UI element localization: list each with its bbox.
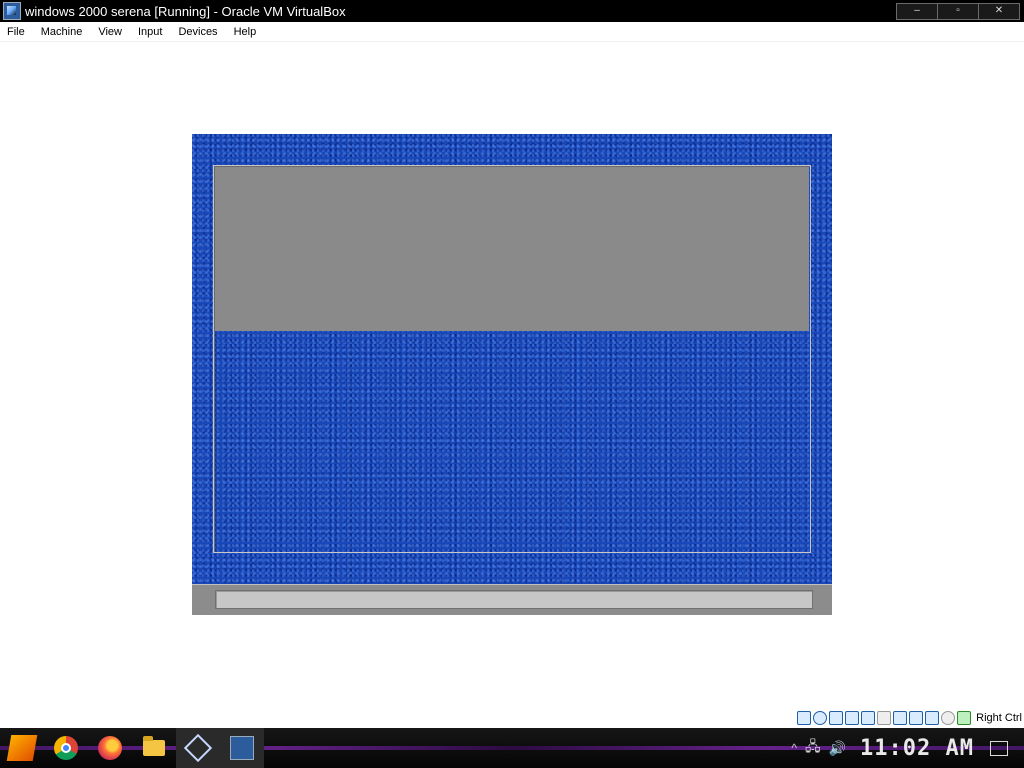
menu-machine[interactable]: Machine bbox=[33, 26, 91, 38]
optical-drive-icon[interactable] bbox=[813, 711, 828, 725]
window-title: windows 2000 serena [Running] - Oracle V… bbox=[25, 3, 346, 19]
host-key-label: Right Ctrl bbox=[976, 712, 1022, 724]
maximize-button[interactable]: ▫ bbox=[937, 3, 979, 20]
network-tray-icon[interactable]: 🖧 bbox=[805, 736, 821, 760]
virtualbox-icon bbox=[183, 733, 213, 763]
menu-bar: File Machine View Input Devices Help bbox=[0, 22, 1024, 42]
close-button[interactable]: ✕ bbox=[978, 3, 1020, 20]
setup-banner-panel bbox=[215, 167, 809, 331]
vm-status-bar: Right Ctrl bbox=[762, 708, 1024, 728]
menu-file[interactable]: File bbox=[0, 26, 33, 38]
chrome-icon bbox=[54, 736, 78, 760]
usb-icon[interactable] bbox=[861, 711, 876, 725]
window-controls: – ▫ ✕ bbox=[896, 3, 1020, 20]
minimize-button[interactable]: – bbox=[896, 3, 938, 20]
taskbar-firefox[interactable] bbox=[88, 728, 132, 768]
menu-view[interactable]: View bbox=[90, 26, 130, 38]
menu-devices[interactable]: Devices bbox=[170, 26, 225, 38]
taskbar-virtualbox[interactable] bbox=[176, 728, 220, 768]
hard-disk-icon[interactable] bbox=[797, 711, 812, 725]
shared-folder-icon[interactable] bbox=[877, 711, 892, 725]
vm-window-icon bbox=[3, 2, 21, 20]
vm-window-icon bbox=[230, 736, 254, 760]
notification-icon[interactable] bbox=[990, 740, 1008, 756]
volume-icon[interactable]: 🔊 bbox=[829, 740, 846, 757]
file-explorer-icon bbox=[143, 736, 165, 756]
menu-help[interactable]: Help bbox=[226, 26, 265, 38]
system-tray: ^ 🖧 🔊 11:02 AM bbox=[791, 728, 1024, 768]
clock[interactable]: 11:02 AM bbox=[860, 736, 974, 761]
taskbar-file-explorer[interactable] bbox=[132, 728, 176, 768]
tray-overflow-chevron-icon[interactable]: ^ bbox=[791, 741, 797, 755]
menu-input[interactable]: Input bbox=[130, 26, 170, 38]
keyboard-icon[interactable] bbox=[957, 711, 972, 725]
start-button[interactable] bbox=[0, 728, 44, 768]
taskbar-chrome[interactable] bbox=[44, 728, 88, 768]
start-icon bbox=[6, 735, 38, 761]
audio-icon[interactable] bbox=[829, 711, 844, 725]
setup-progress-bar bbox=[215, 590, 813, 609]
vm-window-icon[interactable] bbox=[925, 711, 940, 725]
display-icon[interactable] bbox=[893, 711, 908, 725]
video-capture-icon[interactable] bbox=[909, 711, 924, 725]
mouse-integration-icon[interactable] bbox=[941, 711, 956, 725]
setup-frame bbox=[213, 165, 811, 553]
firefox-icon bbox=[98, 736, 122, 760]
title-bar: windows 2000 serena [Running] - Oracle V… bbox=[0, 0, 1024, 22]
setup-status-bar bbox=[192, 584, 832, 615]
taskbar: ^ 🖧 🔊 11:02 AM bbox=[0, 728, 1024, 768]
network-icon[interactable] bbox=[845, 711, 860, 725]
guest-screen[interactable] bbox=[192, 134, 832, 615]
taskbar-vm-window[interactable] bbox=[220, 728, 264, 768]
